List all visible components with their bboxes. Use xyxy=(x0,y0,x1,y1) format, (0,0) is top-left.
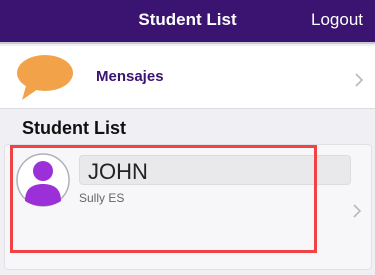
chevron-right-icon xyxy=(355,73,364,87)
speech-bubble-icon xyxy=(17,55,73,100)
section-header: Student List xyxy=(22,118,126,138)
logout-button[interactable]: Logout xyxy=(311,10,363,30)
messages-label: Mensajes xyxy=(96,68,164,85)
chevron-right-icon xyxy=(353,204,362,218)
highlight-annotation-box xyxy=(10,145,317,253)
navigation-bar: Student List Logout xyxy=(0,0,375,44)
messages-row[interactable]: Mensajes xyxy=(0,46,375,109)
